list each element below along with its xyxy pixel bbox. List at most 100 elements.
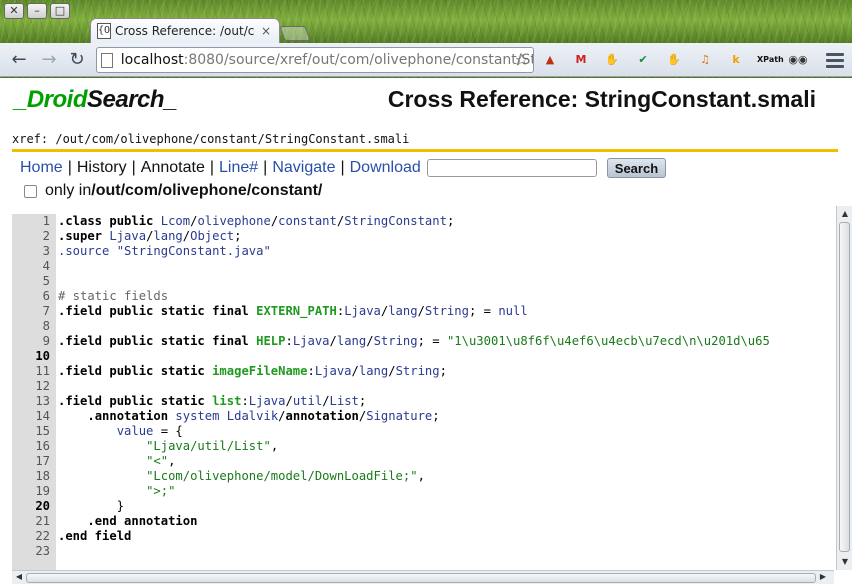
download-link[interactable]: Download bbox=[350, 159, 421, 177]
code-token[interactable]: Signature bbox=[366, 409, 432, 423]
line-number[interactable]: 22 bbox=[12, 529, 54, 544]
search-input[interactable] bbox=[426, 159, 597, 177]
annotate-link[interactable]: Annotate bbox=[141, 159, 205, 177]
line-number[interactable]: 23 bbox=[12, 544, 54, 559]
code-token[interactable]: lang bbox=[153, 229, 182, 243]
new-tab-button[interactable] bbox=[279, 26, 311, 41]
code-token[interactable]: Lcom bbox=[161, 214, 190, 228]
code-token[interactable]: EXTERN_PATH bbox=[256, 304, 337, 318]
line-number[interactable]: 3 bbox=[12, 244, 54, 259]
code-token[interactable]: String bbox=[425, 304, 469, 318]
code-text: .super Ljava/lang/Object; bbox=[54, 229, 241, 244]
code-token[interactable]: Ldalvik bbox=[227, 409, 278, 423]
code-token[interactable]: lang bbox=[359, 364, 388, 378]
line-number[interactable]: 19 bbox=[12, 484, 54, 499]
line-number[interactable]: 17 bbox=[12, 454, 54, 469]
menu-wrench-icon[interactable] bbox=[824, 50, 846, 70]
line-number[interactable]: 21 bbox=[12, 514, 54, 529]
hand-icon[interactable]: ✋ bbox=[664, 50, 684, 70]
xpath-icon[interactable]: XPath bbox=[757, 50, 784, 70]
reload-button[interactable]: ↻ bbox=[66, 49, 88, 71]
address-bar[interactable]: localhost :8080/source/xref/out/com/oliv… bbox=[96, 47, 534, 73]
code-token[interactable]: lang bbox=[337, 334, 366, 348]
line-number[interactable]: 9 bbox=[12, 334, 54, 349]
history-link[interactable]: History bbox=[77, 159, 127, 177]
line-number[interactable]: 7 bbox=[12, 304, 54, 319]
line-number[interactable]: 5 bbox=[12, 274, 54, 289]
line-number[interactable]: 1 bbox=[12, 214, 54, 229]
tab-close-icon[interactable]: × bbox=[261, 24, 271, 38]
code-line: 3 .source "StringConstant.java" bbox=[12, 244, 770, 259]
code-token[interactable]: "StringConstant.java" bbox=[117, 244, 271, 258]
code-token[interactable]: constant bbox=[278, 214, 337, 228]
check-icon[interactable]: ✔ bbox=[633, 50, 653, 70]
code-token[interactable]: list bbox=[212, 394, 241, 408]
line-number[interactable]: 11 bbox=[12, 364, 54, 379]
code-token[interactable]: String bbox=[396, 364, 440, 378]
search-button[interactable]: Search bbox=[606, 158, 667, 178]
vertical-scrollbar[interactable]: ▲ ▼ bbox=[836, 206, 852, 570]
code-token[interactable]: Ljava bbox=[293, 334, 330, 348]
code-token[interactable]: .source bbox=[58, 244, 117, 258]
home-link[interactable]: Home bbox=[20, 159, 63, 177]
bookmark-star-icon[interactable]: ☆ bbox=[515, 50, 529, 69]
code-token[interactable]: List bbox=[330, 394, 359, 408]
line-number[interactable]: 20 bbox=[12, 499, 54, 514]
code-token[interactable]: util bbox=[293, 394, 322, 408]
code-token[interactable]: String bbox=[374, 334, 418, 348]
line-number[interactable]: 14 bbox=[12, 409, 54, 424]
k-icon[interactable]: k bbox=[726, 50, 746, 70]
code-token[interactable]: null bbox=[498, 304, 527, 318]
code-token: .end field bbox=[58, 529, 132, 543]
code-token[interactable]: Ljava bbox=[109, 229, 146, 243]
close-window-button[interactable]: ✕ bbox=[4, 3, 24, 19]
owl-icon[interactable]: ◉◉ bbox=[788, 50, 808, 70]
line-number[interactable]: 16 bbox=[12, 439, 54, 454]
line-number[interactable]: 6 bbox=[12, 289, 54, 304]
code-line: 19 ">;" bbox=[12, 484, 770, 499]
code-token[interactable]: HELP bbox=[256, 334, 285, 348]
forward-button[interactable]: → bbox=[38, 49, 60, 71]
line-number[interactable]: 2 bbox=[12, 229, 54, 244]
droidsearch-logo[interactable]: _DroidSearch_ bbox=[14, 86, 177, 114]
line-number[interactable]: 18 bbox=[12, 469, 54, 484]
code-token[interactable]: Ljava bbox=[344, 304, 381, 318]
horizontal-scroll-thumb[interactable] bbox=[26, 573, 816, 583]
divider bbox=[12, 149, 838, 152]
code-token[interactable]: value bbox=[117, 424, 154, 438]
vertical-scroll-thumb[interactable] bbox=[839, 222, 850, 552]
only-in-checkbox[interactable] bbox=[24, 184, 37, 198]
code-token[interactable]: imageFileName bbox=[212, 364, 307, 378]
line-number[interactable]: 13 bbox=[12, 394, 54, 409]
scroll-down-icon[interactable]: ▼ bbox=[840, 557, 850, 567]
code-token[interactable]: olivephone bbox=[197, 214, 270, 228]
hat-extension-icon[interactable]: ▲ bbox=[540, 50, 560, 70]
code-token[interactable]: Ljava bbox=[315, 364, 352, 378]
line-number[interactable]: 10 bbox=[12, 349, 54, 364]
horizontal-scrollbar[interactable]: ◀ ▶ bbox=[12, 570, 834, 584]
scroll-right-icon[interactable]: ▶ bbox=[818, 572, 828, 582]
line-number[interactable]: 4 bbox=[12, 259, 54, 274]
line-number[interactable]: 15 bbox=[12, 424, 54, 439]
browser-tab[interactable]: {O Cross Reference: /out/co × bbox=[90, 18, 280, 43]
maximize-window-button[interactable]: □ bbox=[50, 3, 70, 19]
scroll-up-icon[interactable]: ▲ bbox=[840, 209, 850, 219]
line-number[interactable]: 8 bbox=[12, 319, 54, 334]
code-token[interactable]: StringConstant bbox=[344, 214, 447, 228]
adblock-icon[interactable]: ✋ bbox=[602, 50, 622, 70]
minimize-window-button[interactable]: – bbox=[27, 3, 47, 19]
line-number[interactable]: 12 bbox=[12, 379, 54, 394]
code-token[interactable]: Ljava bbox=[249, 394, 286, 408]
back-button[interactable]: ← bbox=[8, 49, 30, 71]
line-numbers-link[interactable]: Line# bbox=[219, 159, 258, 177]
navigate-link[interactable]: Navigate bbox=[272, 159, 335, 177]
music-icon[interactable]: ♫ bbox=[695, 50, 715, 70]
code-token[interactable]: lang bbox=[388, 304, 417, 318]
gmail-icon[interactable]: M bbox=[571, 50, 591, 70]
scroll-left-icon[interactable]: ◀ bbox=[14, 572, 24, 582]
code-token[interactable]: Object bbox=[190, 229, 234, 243]
code-token[interactable]: system bbox=[175, 409, 226, 423]
code-text: "Ljava/util/List", bbox=[54, 439, 278, 454]
